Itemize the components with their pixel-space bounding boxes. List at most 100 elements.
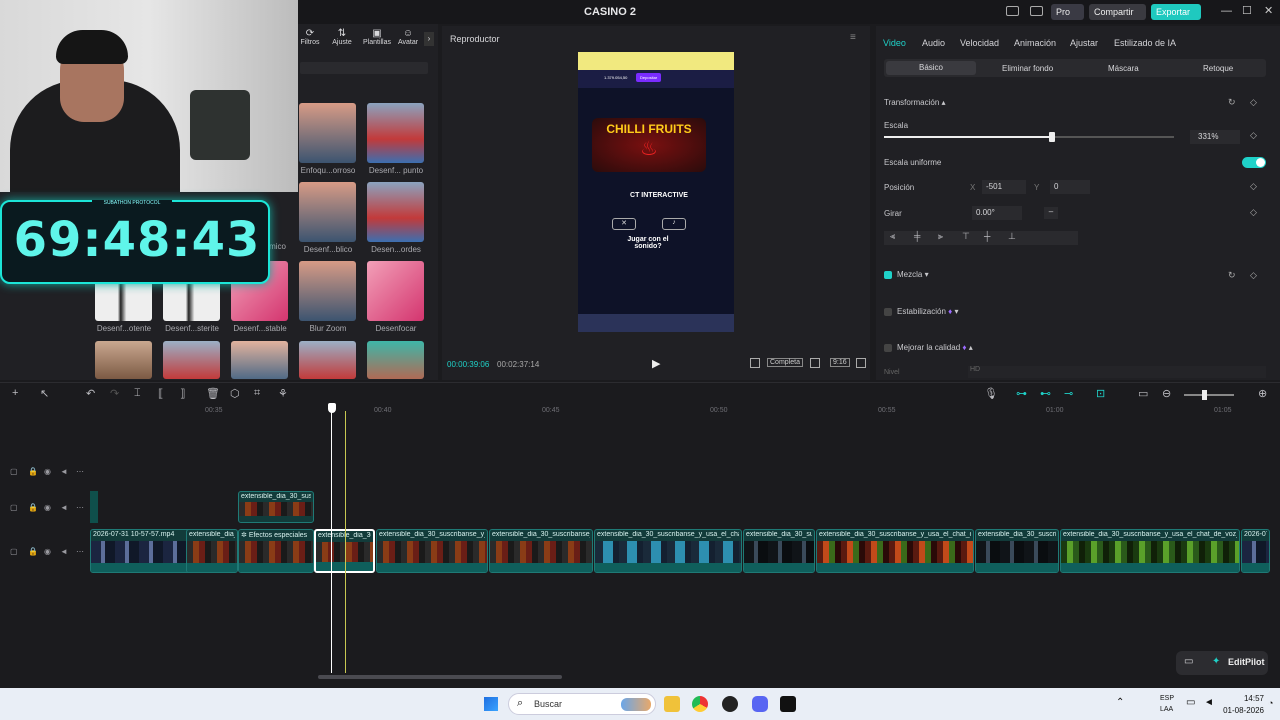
effects-clip[interactable]: ✲ Efectos especiales: [238, 529, 314, 573]
timeline-clip[interactable]: 2026-07: [1241, 529, 1270, 573]
timeline-clip[interactable]: extensible_dia_30_suscribanse_y: [489, 529, 593, 573]
layout-icon[interactable]: [1006, 6, 1019, 16]
timeline-clip[interactable]: extensible_dia_30_suscribanse_y_usa: [376, 529, 488, 573]
speaker-icon[interactable]: ◄: [60, 503, 68, 512]
search-bar[interactable]: [300, 62, 428, 74]
more-icon[interactable]: ⋯: [76, 467, 84, 476]
maximize-icon[interactable]: ☐: [1242, 4, 1252, 17]
minimize-icon[interactable]: —: [1221, 5, 1232, 17]
delete-icon[interactable]: 🗑: [206, 387, 220, 400]
add-icon[interactable]: +: [12, 387, 18, 399]
clock-date[interactable]: 01-08-2026: [1222, 706, 1264, 715]
track-select-icon[interactable]: ▢: [10, 467, 18, 476]
zoom-out-icon[interactable]: ⊖: [1162, 387, 1171, 400]
magnet-icon[interactable]: ⊶: [1016, 387, 1027, 400]
capcut-icon[interactable]: [780, 696, 796, 712]
fullscreen-mode-button[interactable]: Completa: [767, 358, 803, 367]
preview-axis-icon[interactable]: ⊸: [1064, 387, 1073, 400]
chevron-right-icon[interactable]: ›: [424, 32, 434, 46]
effect-item[interactable]: Desenf...blico: [299, 182, 363, 254]
level-select[interactable]: HD: [968, 366, 1266, 378]
timeline-clip[interactable]: extensible_dia_30_suscriban: [975, 529, 1059, 573]
speaker-icon[interactable]: ◄: [60, 547, 68, 556]
tab-video[interactable]: Video: [883, 38, 906, 48]
thumbnail[interactable]: [231, 341, 288, 379]
volume-icon[interactable]: ◄: [1204, 697, 1214, 708]
screen-icon[interactable]: ▭: [1138, 387, 1148, 400]
clock-time[interactable]: 14:57: [1228, 694, 1264, 703]
split-left-icon[interactable]: ⟦: [158, 387, 163, 400]
share-button[interactable]: Compartir: [1089, 4, 1146, 20]
link-icon[interactable]: ⊷: [1040, 387, 1051, 400]
pro-button[interactable]: Pro: [1051, 4, 1084, 20]
notification-icon[interactable]: ◔: [1268, 698, 1273, 708]
blend-checkbox[interactable]: [884, 271, 892, 279]
effect-item[interactable]: Desen...ordes: [367, 182, 431, 254]
keyframe-icon[interactable]: ◇: [1250, 97, 1257, 108]
enhance-checkbox[interactable]: [884, 344, 892, 352]
windows-start-icon[interactable]: [484, 697, 498, 711]
search-box[interactable]: ⌕ Buscar: [508, 693, 656, 715]
track-select-icon[interactable]: ▢: [10, 503, 18, 512]
effect-item[interactable]: Blur Zoom: [299, 261, 363, 333]
playhead-handle[interactable]: [328, 403, 336, 413]
overlay-clip[interactable]: extensible_dia_30_suscr: [238, 491, 314, 523]
pointer-icon[interactable]: ↖: [40, 387, 49, 400]
thumbnail[interactable]: [163, 341, 220, 379]
effect-icon[interactable]: ⚘: [278, 387, 288, 400]
chrome-icon[interactable]: [692, 696, 708, 712]
uniform-scale-toggle[interactable]: [1242, 157, 1266, 168]
marker-icon[interactable]: ⬡: [230, 387, 240, 400]
effect-item[interactable]: Desenf... punto: [367, 103, 431, 175]
keyframe-icon[interactable]: ◇: [1250, 207, 1257, 218]
tab-avatar[interactable]: ☺ Avatar: [396, 28, 420, 46]
editpilot-toggle-icon[interactable]: ▭: [1184, 656, 1193, 667]
keyframe-icon[interactable]: ◇: [1250, 130, 1257, 141]
redo-icon[interactable]: ↷: [110, 387, 119, 400]
rotate-input[interactable]: 0.00°: [972, 206, 1022, 220]
subtab-mascara[interactable]: Máscara: [1108, 64, 1139, 73]
align-right-icon[interactable]: ⫸: [938, 231, 943, 242]
subtab-retoque[interactable]: Retoque: [1203, 64, 1233, 73]
caption-icon[interactable]: ⊡: [1096, 387, 1105, 400]
tab-estilizado[interactable]: Estilizado de IA: [1114, 38, 1176, 48]
zoom-in-icon[interactable]: ⊕: [1258, 387, 1267, 400]
blend-label[interactable]: Mezcla ▾: [897, 270, 929, 279]
keyframe-icon[interactable]: ◇: [1250, 181, 1257, 192]
scale-input[interactable]: 331%: [1190, 130, 1240, 144]
tab-audio[interactable]: Audio: [922, 38, 945, 48]
ratio-button[interactable]: 9:16: [830, 358, 850, 367]
menu-icon[interactable]: [1030, 6, 1043, 16]
speaker-icon[interactable]: ◄: [60, 467, 68, 476]
thumbnail[interactable]: [95, 341, 152, 379]
timeline-clip[interactable]: extensible_dia_30_suscribanse_y_usa_el_c…: [1060, 529, 1240, 573]
align-top-icon[interactable]: ⊤: [962, 231, 970, 242]
eye-icon[interactable]: ◉: [44, 467, 51, 476]
reset-icon[interactable]: ↻: [1228, 97, 1236, 108]
reset-icon[interactable]: ↻: [1228, 270, 1236, 281]
tab-ajuste[interactable]: ⇅ Ajuste: [330, 28, 354, 46]
tray-chevron-icon[interactable]: ⌃: [1116, 697, 1124, 708]
split-icon[interactable]: ⌶: [134, 387, 141, 400]
pos-x-input[interactable]: -501: [982, 180, 1026, 194]
align-center-icon[interactable]: ╪: [914, 231, 920, 241]
export-button[interactable]: Exportar: [1151, 4, 1201, 20]
overlay-clip-left[interactable]: [90, 491, 98, 523]
mic-icon[interactable]: 🎙: [984, 387, 998, 400]
pos-y-input[interactable]: 0: [1050, 180, 1090, 194]
scale-slider-knob[interactable]: [1049, 132, 1056, 142]
zoom-slider[interactable]: [1184, 390, 1234, 400]
more-icon[interactable]: ⋯: [76, 503, 84, 512]
discord-icon[interactable]: [752, 696, 768, 712]
more-icon[interactable]: ⋯: [76, 547, 84, 556]
subtab-eliminar-fondo[interactable]: Eliminar fondo: [1002, 64, 1053, 73]
deposit-button[interactable]: Depositar: [636, 73, 662, 82]
tab-ajustar[interactable]: Ajustar: [1070, 38, 1098, 48]
lang-top[interactable]: ESP: [1160, 695, 1174, 702]
tab-velocidad[interactable]: Velocidad: [960, 38, 999, 48]
enhance-label[interactable]: Mejorar la calidad ♦ ▴: [897, 343, 973, 352]
timeline-clip[interactable]: extensible_dia_30_suscribanse_y_usa_el_c…: [816, 529, 974, 573]
eye-icon[interactable]: ◉: [44, 547, 51, 556]
fit-icon[interactable]: [810, 358, 820, 368]
crop-icon[interactable]: [750, 358, 760, 368]
